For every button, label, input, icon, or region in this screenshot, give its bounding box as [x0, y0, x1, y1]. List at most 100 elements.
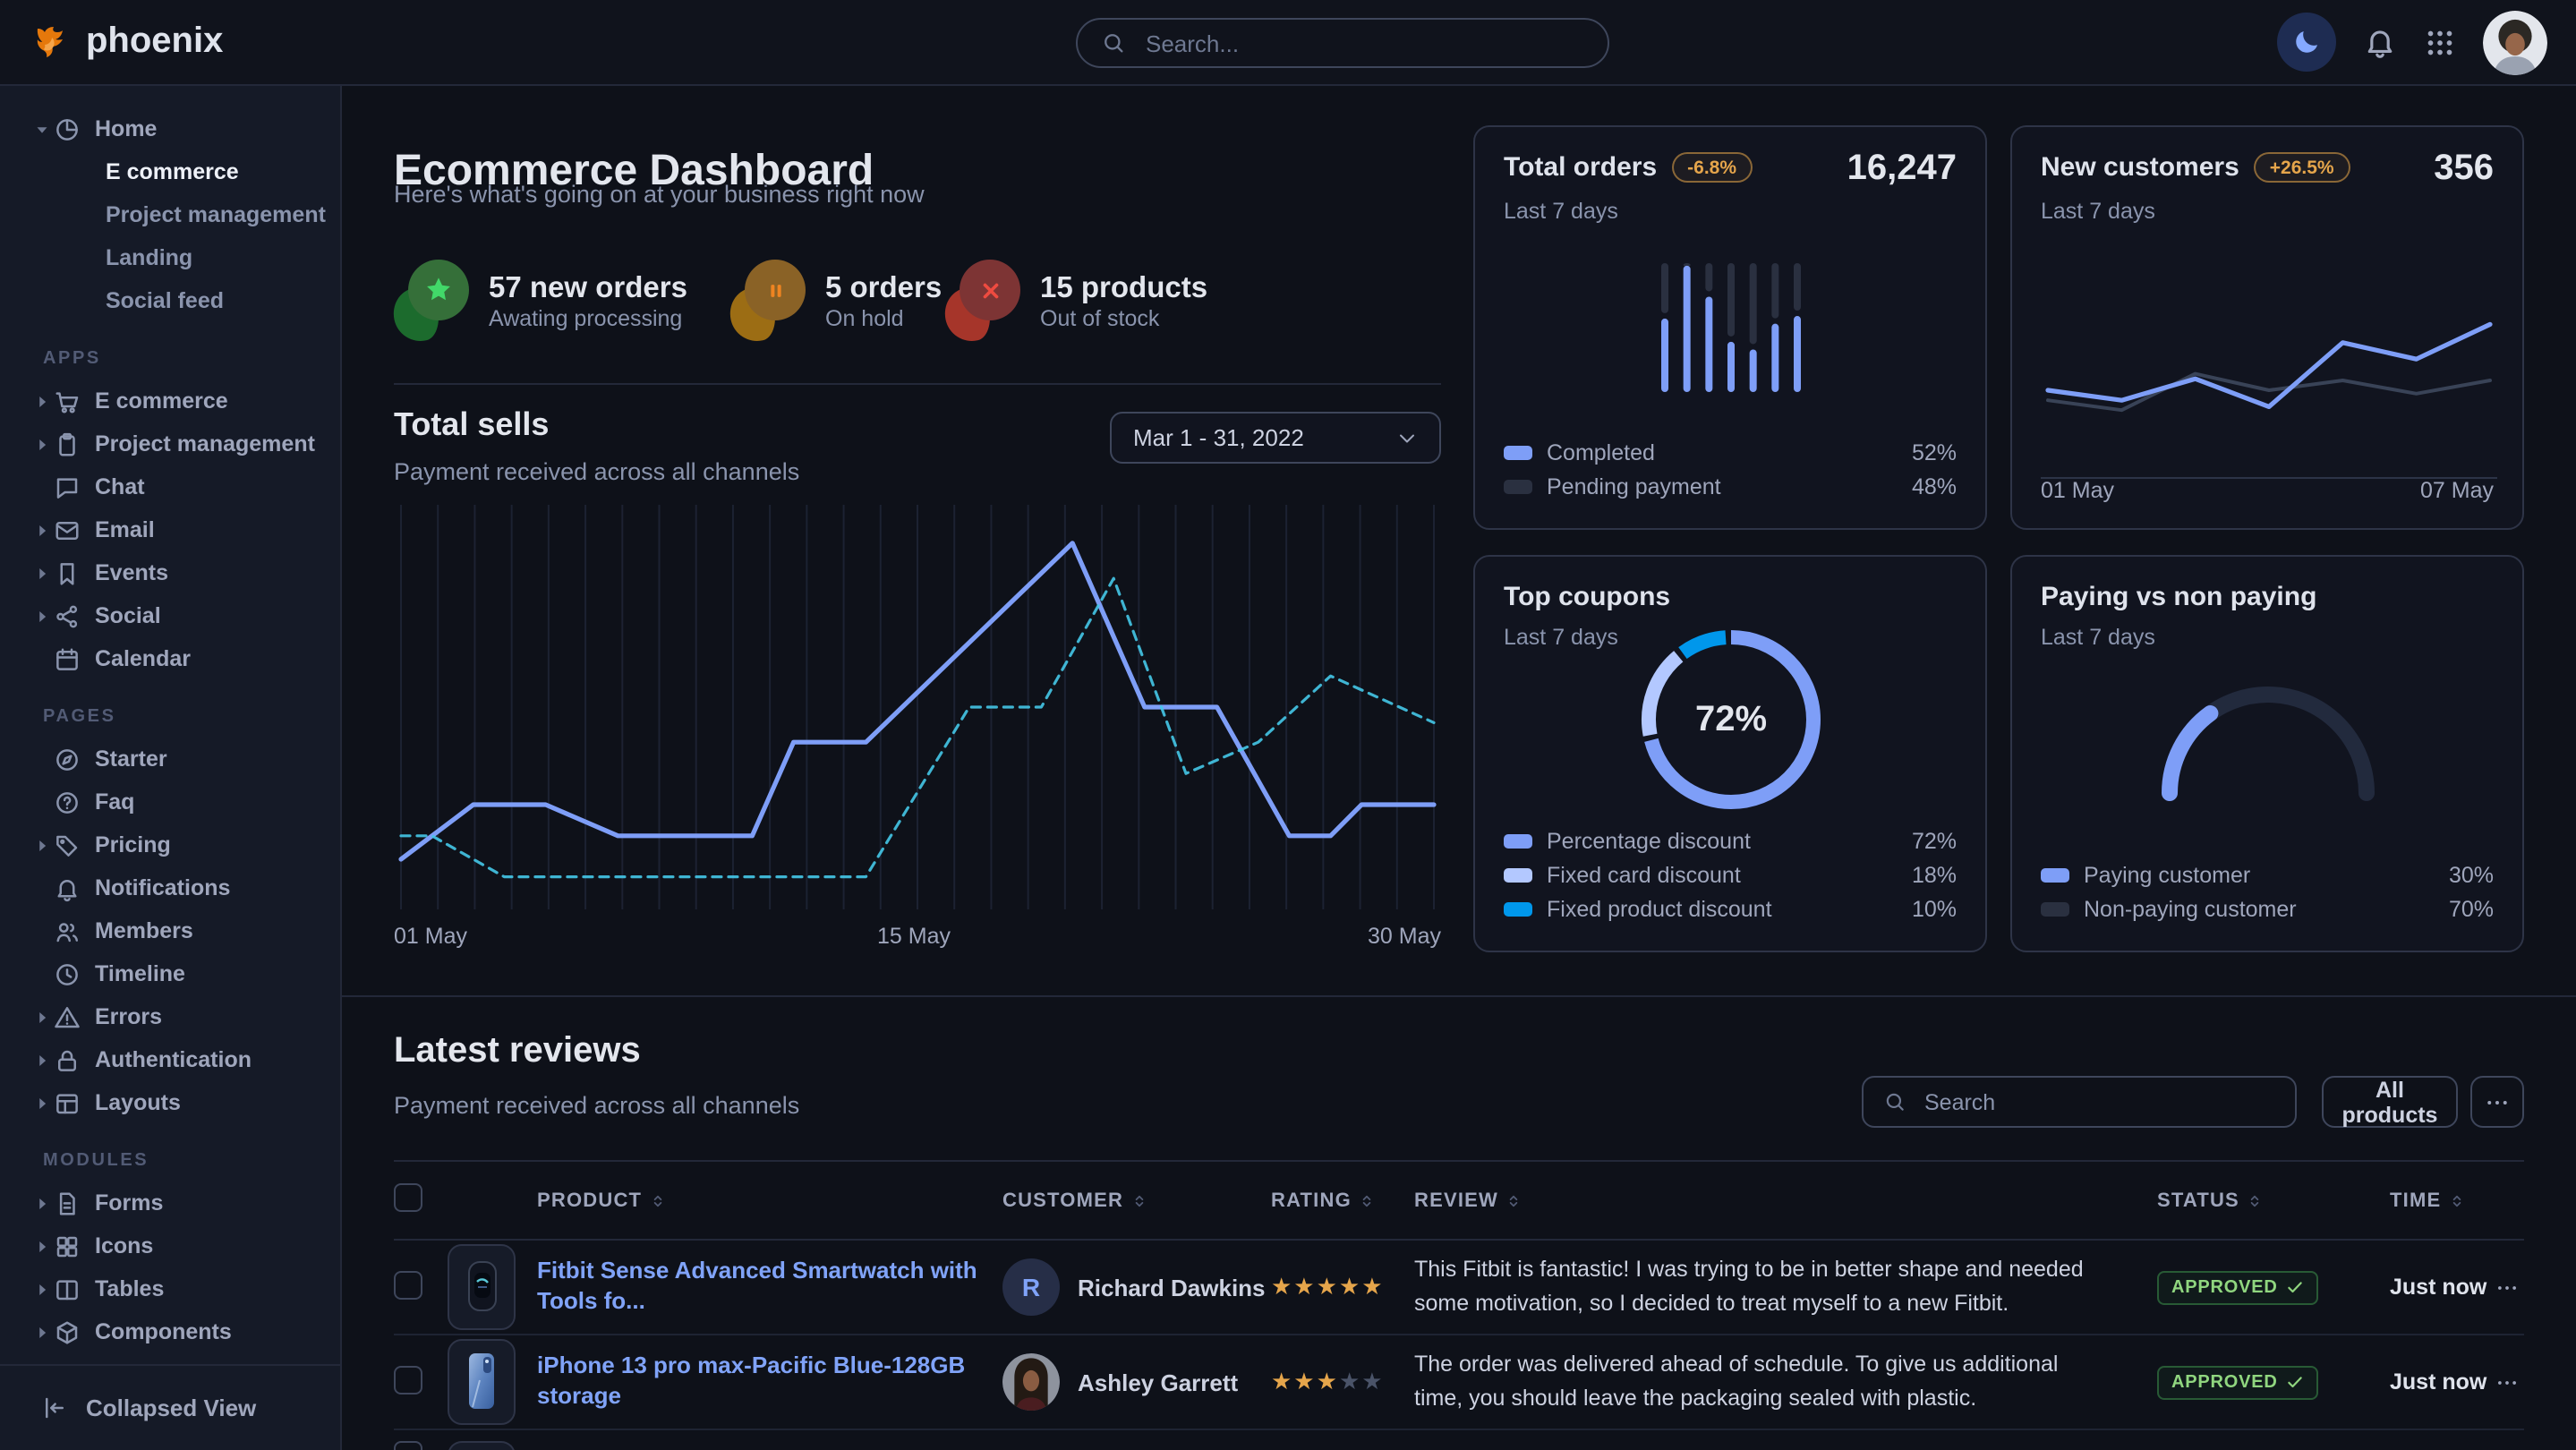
sidebar-item-project-management-dashboard[interactable]: Project management	[0, 193, 340, 236]
sidebar-item-layouts[interactable]: Layouts	[0, 1081, 340, 1124]
collapsed-view-toggle[interactable]: Collapsed View	[0, 1364, 340, 1450]
product-thumbnail[interactable]	[448, 1244, 516, 1330]
table-row-partial	[394, 1430, 2524, 1450]
sidebar-item-ecommerce-dashboard[interactable]: E commerce	[0, 150, 340, 193]
time-cell: Just now	[2363, 1275, 2488, 1300]
tag-icon	[54, 832, 81, 858]
row-checkbox[interactable]	[394, 1270, 422, 1299]
all-products-button[interactable]: All products	[2322, 1076, 2458, 1128]
stat-caption: Out of stock	[1040, 307, 1207, 332]
notifications-button[interactable]	[2363, 25, 2397, 59]
sidebar-item-label: Members	[95, 918, 193, 943]
column-product[interactable]: PRODUCT	[537, 1190, 1002, 1211]
product-thumbnail[interactable]	[448, 1339, 516, 1425]
search-icon	[1883, 1090, 1906, 1113]
sidebar-item-label: Starter	[95, 746, 167, 772]
clock-icon	[54, 960, 81, 987]
x-tick: 07 May	[2420, 478, 2494, 503]
sidebar-item-faq[interactable]: Faq	[0, 780, 340, 823]
column-customer[interactable]: CUSTOMER	[1002, 1190, 1271, 1211]
caret-right-icon	[32, 520, 52, 540]
legend-swatch	[1504, 901, 1532, 916]
reviews-search-input[interactable]	[1921, 1088, 2275, 1116]
reviews-search[interactable]	[1862, 1076, 2297, 1128]
sidebar-item-home[interactable]: Home	[0, 107, 340, 150]
new-customers-x-axis: 01 May 07 May	[2041, 478, 2494, 503]
sidebar-item-icons[interactable]: Icons	[0, 1224, 340, 1267]
sidebar-item-label: Tables	[95, 1276, 164, 1301]
legend-swatch	[2041, 867, 2069, 882]
ellipsis-icon	[2485, 1089, 2510, 1114]
sidebar-item-label: Timeline	[95, 961, 185, 986]
row-actions-button[interactable]	[2488, 1275, 2524, 1299]
sidebar-item-events[interactable]: Events	[0, 551, 340, 594]
sidebar-item-social-feed[interactable]: Social feed	[0, 279, 340, 322]
caret-down-icon	[32, 119, 52, 139]
sidebar-item-pricing[interactable]: Pricing	[0, 823, 340, 866]
brand-logo[interactable]: phoenix	[29, 21, 223, 64]
sidebar-item-starter[interactable]: Starter	[0, 738, 340, 780]
apps-menu-button[interactable]	[2424, 26, 2456, 58]
global-search[interactable]	[1076, 18, 1609, 68]
sidebar-item-calendar[interactable]: Calendar	[0, 637, 340, 680]
legend-label: Percentage discount	[1547, 828, 1751, 853]
x-tick: 01 May	[2041, 478, 2114, 503]
sidebar-item-landing[interactable]: Landing	[0, 236, 340, 279]
date-range-select[interactable]: Mar 1 - 31, 2022	[1110, 412, 1441, 464]
legend-value: 48%	[1912, 473, 1957, 499]
sidebar-item-components[interactable]: Components	[0, 1310, 340, 1353]
row-actions-button[interactable]	[2488, 1370, 2524, 1394]
sort-icon	[1359, 1190, 1375, 1211]
sidebar-item-project-management[interactable]: Project management	[0, 422, 340, 465]
search-input[interactable]	[1142, 28, 1584, 58]
product-link[interactable]: iPhone 13 pro max-Pacific Blue-128GB sto…	[537, 1352, 1002, 1412]
avatar-image	[2483, 10, 2547, 74]
sidebar-item-forms[interactable]: Forms	[0, 1181, 340, 1224]
reviews-more-button[interactable]	[2470, 1076, 2524, 1128]
sidebar-item-authentication[interactable]: Authentication	[0, 1038, 340, 1081]
sidebar-item-social[interactable]: Social	[0, 594, 340, 637]
sidebar-item-chat[interactable]: Chat	[0, 465, 340, 508]
legend-value: 30%	[2449, 862, 2494, 887]
smartwatch-image	[455, 1251, 508, 1323]
sidebar-item-tables[interactable]: Tables	[0, 1267, 340, 1310]
sidebar-item-email[interactable]: Email	[0, 508, 340, 551]
stat-value: 57 new orders	[489, 269, 687, 306]
sidebar-item-members[interactable]: Members	[0, 909, 340, 952]
caret-right-icon	[32, 434, 52, 454]
customer-name: Richard Dawkins	[1078, 1274, 1266, 1301]
new-customers-card: New customers+26.5% 356 Last 7 days 01 M…	[2010, 125, 2524, 530]
product-link[interactable]: Fitbit Sense Advanced Smartwatch with To…	[537, 1257, 1002, 1318]
sidebar-section-modules: MODULES	[43, 1151, 340, 1171]
column-review[interactable]: REVIEW	[1414, 1190, 2130, 1211]
triangle-warning-icon	[54, 1003, 81, 1030]
caret-right-icon	[32, 1322, 52, 1342]
user-avatar[interactable]	[2483, 10, 2547, 74]
column-time[interactable]: TIME	[2363, 1190, 2488, 1211]
select-all-checkbox[interactable]	[394, 1183, 422, 1212]
total-sells-chart	[394, 501, 1441, 917]
envelope-icon	[54, 516, 81, 543]
sidebar-item-ecommerce[interactable]: E commerce	[0, 380, 340, 422]
rating-stars: ★★★★★	[1271, 1274, 1414, 1301]
pie-chart-icon	[54, 115, 81, 142]
x-tick: 01 May	[394, 924, 467, 949]
sidebar-item-timeline[interactable]: Timeline	[0, 952, 340, 995]
circle-question-icon	[54, 789, 81, 815]
sidebar-item-notifications[interactable]: Notifications	[0, 866, 340, 909]
sidebar-item-label: Components	[95, 1319, 232, 1344]
sidebar-item-errors[interactable]: Errors	[0, 995, 340, 1038]
date-range-value: Mar 1 - 31, 2022	[1133, 424, 1304, 451]
customer-cell[interactable]: Ashley Garrett	[1002, 1353, 1271, 1411]
total-orders-card: Total orders-6.8% 16,247 Last 7 days Com…	[1473, 125, 1987, 530]
app-root: phoenix	[0, 0, 2576, 1450]
customer-cell[interactable]: R Richard Dawkins	[1002, 1258, 1271, 1316]
caret-right-icon	[32, 391, 52, 411]
star-icon	[408, 260, 469, 320]
column-rating[interactable]: RATING	[1271, 1190, 1414, 1211]
column-status[interactable]: STATUS	[2130, 1190, 2363, 1211]
layout-icon	[54, 1089, 81, 1116]
theme-toggle-button[interactable]	[2277, 13, 2336, 72]
row-checkbox[interactable]	[394, 1365, 422, 1394]
caret-right-icon	[32, 1007, 52, 1027]
